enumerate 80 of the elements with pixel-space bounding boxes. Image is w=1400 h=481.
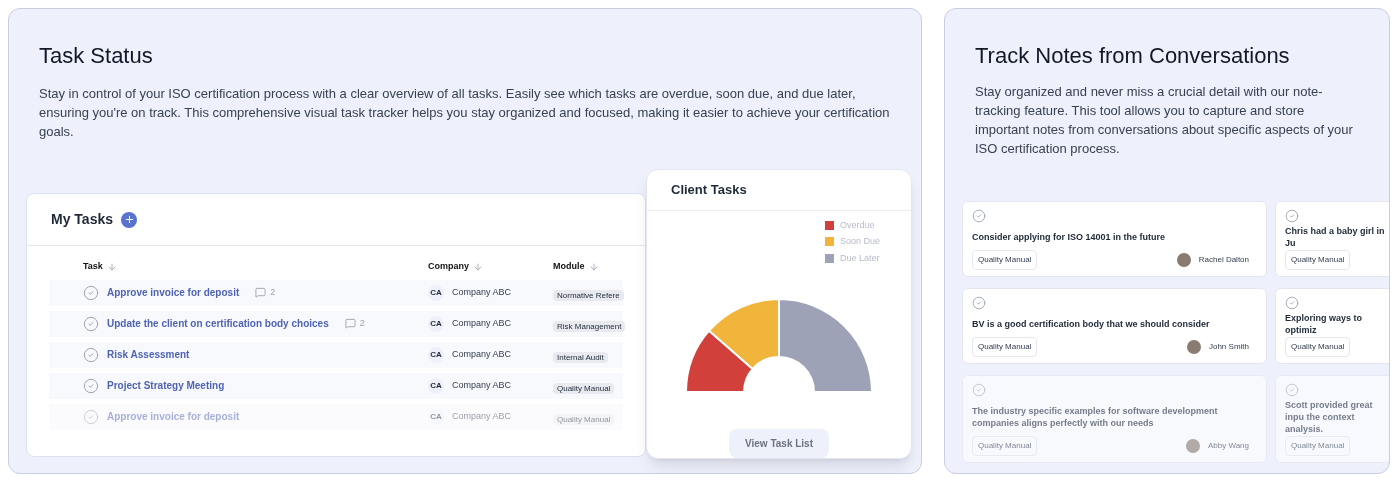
module-tag: Quality Manual [972, 436, 1038, 456]
author-name: John Smith [1208, 341, 1249, 353]
note-text: The industry specific examples for software development companies aligns perfectly with our needs [972, 404, 1219, 429]
check-circle-icon [83, 377, 99, 394]
card-title: My Tasks [51, 210, 113, 229]
panel-title: Track Notes from Conversations [975, 42, 1291, 70]
company-name: Company ABC [452, 378, 512, 392]
task-link[interactable]: Project Strategy Meeting [107, 378, 225, 393]
avatar [1185, 439, 1200, 453]
check-circle-icon [1285, 296, 1299, 310]
column-header[interactable]: Task [83, 260, 428, 274]
company-avatar: CA [428, 346, 444, 363]
panel-description: Stay organized and never miss a crucial detail with our note-tracking feature. This tool allows you to capture and store important notes from conversations about specific aspects of your ISO certification process. [975, 83, 1354, 158]
module-tag: Quality Manual [1285, 250, 1351, 270]
note-text: Exploring ways to optimiz [1285, 311, 1363, 336]
plus-icon [123, 214, 135, 225]
sort-icon [106, 261, 117, 272]
task-row[interactable]: Update the client on certification body choices 2 CA Company ABC Risk Management [49, 310, 623, 337]
comment-icon [344, 318, 356, 329]
legend-label: Soon Due [840, 235, 881, 248]
view-task-list-button[interactable]: View Task List [729, 429, 829, 458]
sort-icon [473, 261, 483, 272]
author-name: Abby Wang [1207, 440, 1249, 452]
sort-icon [588, 261, 599, 272]
check-circle-icon [1285, 383, 1299, 397]
note-text: Consider applying for ISO 14001 in the future [972, 230, 1167, 243]
task-row[interactable]: Risk Assessment CA Company ABC Internal Audit [49, 341, 623, 368]
comment-icon [255, 287, 267, 298]
check-circle-icon [972, 383, 986, 397]
panel-description: Stay in control of your ISO certification process with a clear overview of all tasks. Easily see which tasks are overdue, soon due, and due later, ensuring you're on track. This comprehensive visual task tracker helps you stay organized and focused, making it easier to achieve your certification goals. [39, 85, 891, 141]
module-tag: Quality Manual [553, 413, 615, 425]
company-name: Company ABC [452, 347, 512, 361]
module-tag: Normative Refere [553, 289, 624, 301]
check-circle-icon [972, 296, 986, 310]
company-avatar: CA [428, 377, 444, 394]
company-avatar: CA [428, 408, 444, 425]
note-card[interactable]: Consider applying for ISO 14001 in the future Quality Manual Rachel Dalton [962, 201, 1267, 277]
module-tag: Quality Manual [553, 382, 615, 394]
note-card[interactable]: The industry specific examples for software development companies aligns perfectly with our needs Quality Manual Abby Wang [962, 375, 1267, 463]
check-circle-icon [83, 315, 99, 332]
task-row[interactable]: Project Strategy Meeting CA Company ABC Quality Manual [49, 372, 623, 399]
legend-label: Due Later [840, 251, 880, 265]
module-tag: Internal Audit [553, 351, 608, 363]
company-name: Company ABC [452, 409, 512, 423]
check-circle-icon [1285, 209, 1299, 223]
company-name: Company ABC [452, 285, 512, 299]
task-link[interactable]: Update the client on certification body choices [107, 316, 329, 331]
note-text: Scott provided great inpu the context analysis. [1285, 398, 1374, 435]
panel-title: Task Status [39, 42, 154, 70]
company-name: Company ABC [452, 316, 512, 330]
note-card[interactable]: BV is a good certification body that we should consider Quality Manual John Smith [962, 288, 1267, 364]
card-title: Client Tasks [671, 181, 747, 199]
module-tag: Quality Manual [972, 250, 1038, 270]
task-row[interactable]: Approve invoice for deposit 2 CA Company ABC Normative Refere [49, 279, 623, 306]
check-circle-icon [972, 209, 986, 223]
module-tag: Quality Manual [972, 337, 1038, 357]
avatar [1186, 340, 1201, 354]
comment-count: 2 [359, 316, 365, 330]
task-link[interactable]: Risk Assessment [107, 347, 190, 362]
column-header[interactable]: Module [553, 260, 645, 274]
task-link[interactable]: Approve invoice for deposit [107, 285, 240, 300]
module-tag: Quality Manual [1285, 337, 1351, 357]
check-circle-icon [83, 408, 99, 425]
module-tag: Quality Manual [1285, 436, 1351, 456]
comment-count: 2 [270, 285, 276, 299]
note-card[interactable]: Exploring ways to optimiz Quality Manual [1275, 288, 1389, 364]
author-name: Rachel Dalton [1198, 254, 1249, 266]
note-card[interactable]: Scott provided great inpu the context analysis. Quality Manual [1275, 375, 1389, 463]
company-avatar: CA [428, 315, 444, 332]
add-button[interactable] [121, 211, 137, 228]
column-header[interactable]: Company [428, 260, 553, 274]
company-avatar: CA [428, 284, 444, 301]
module-tag: Risk Management [553, 320, 626, 332]
note-text: BV is a good certification body that we should consider [972, 317, 1211, 330]
check-circle-icon [83, 346, 99, 363]
legend-label: Overdue [840, 218, 875, 232]
note-text: Chris had a baby girl in Ju [1285, 224, 1386, 249]
check-circle-icon [83, 284, 99, 301]
note-card[interactable]: Chris had a baby girl in Ju Quality Manual [1275, 201, 1389, 277]
avatar [1176, 253, 1191, 267]
